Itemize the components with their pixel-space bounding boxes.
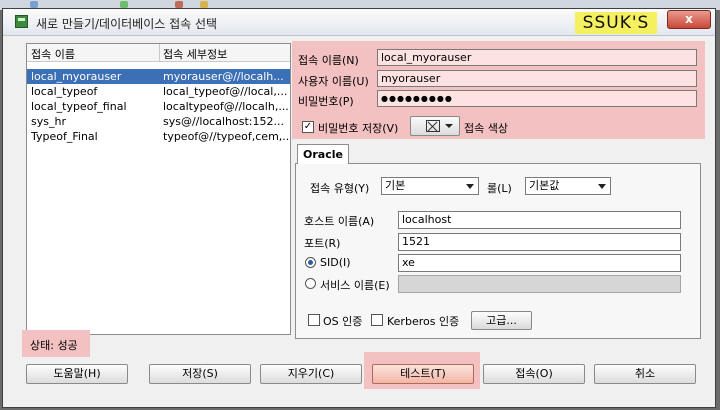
conn-name-label: 접속 이름(N) — [298, 54, 359, 67]
database-app-icon — [15, 15, 28, 28]
username-field[interactable]: myorauser — [377, 70, 697, 87]
list-header: 접속 이름 접속 세부정보 — [27, 44, 290, 62]
os-auth-checkbox[interactable] — [308, 314, 320, 326]
tab-oracle[interactable]: Oracle — [297, 144, 349, 164]
role-label: 롤(L) — [487, 182, 512, 195]
connect-button[interactable]: 접속(O) — [483, 364, 585, 384]
host-field[interactable]: localhost — [398, 211, 681, 229]
no-color-icon — [426, 120, 440, 132]
kerberos-checkbox[interactable] — [371, 314, 383, 326]
save-password-label: 비밀번호 저장(V) — [318, 122, 399, 135]
list-item-details: localtypeof@//localh,... — [163, 100, 289, 113]
conn-name-field[interactable]: local_myorauser — [377, 49, 697, 66]
test-button[interactable]: 테스트(T) — [372, 364, 474, 384]
list-item[interactable]: sys_hr sys@//localhost:152... — [27, 114, 290, 129]
chevron-down-icon — [466, 184, 474, 189]
list-item-name: local_typeof — [31, 85, 98, 98]
close-button[interactable]: x — [667, 10, 711, 29]
clear-button[interactable]: 지우기(C) — [260, 364, 362, 384]
list-item-details: myorauser@//localh... — [163, 70, 284, 83]
column-divider — [159, 44, 160, 61]
kerberos-label: Kerberos 인증 — [387, 315, 460, 328]
list-item-details: local_typeof@//local,... — [163, 85, 288, 98]
list-item-details: sys@//localhost:152... — [163, 115, 284, 128]
brand-label: SSUK'S — [575, 12, 657, 34]
conn-type-value: 기본 — [385, 179, 406, 192]
toolbar-icon — [30, 1, 38, 8]
list-item[interactable]: local_typeof_final localtypeof@//localh,… — [27, 99, 290, 114]
list-item-details: typeof@//typeof,cem,... — [163, 130, 289, 143]
conn-type-label: 접속 유형(Y) — [310, 182, 370, 195]
port-field[interactable]: 1521 — [398, 233, 681, 251]
chevron-down-icon — [598, 184, 606, 189]
service-radio[interactable] — [305, 278, 316, 289]
username-label: 사용자 이름(U) — [298, 75, 369, 88]
connection-list[interactable]: 접속 이름 접속 세부정보 local_myorauser myorauser@… — [26, 43, 291, 335]
column-header-name[interactable]: 접속 이름 — [31, 46, 75, 62]
sid-label: SID(I) — [320, 256, 351, 269]
password-label: 비밀번호(P) — [298, 95, 354, 108]
list-item-name: local_myorauser — [31, 70, 122, 83]
list-item[interactable]: local_typeof local_typeof@//local,... — [27, 84, 290, 99]
service-field[interactable] — [398, 275, 681, 293]
window-title: 새로 만들기/데이터베이스 접속 선택 — [36, 17, 218, 31]
status-text: 상태: 성공 — [30, 339, 78, 352]
role-value: 기본값 — [529, 179, 560, 192]
role-select[interactable]: 기본값 — [525, 177, 611, 195]
port-label: 포트(R) — [304, 237, 341, 250]
sid-field[interactable]: xe — [398, 254, 681, 272]
conn-color-button[interactable] — [410, 116, 460, 136]
save-password-checkbox[interactable]: ✓ — [302, 121, 314, 133]
help-button[interactable]: 도움말(H) — [26, 364, 128, 384]
list-item[interactable]: local_myorauser myorauser@//localh... — [27, 69, 290, 84]
title-bar: 새로 만들기/데이터베이스 접속 선택 SSUK'S x — [3, 9, 715, 36]
toolbar-icon — [120, 1, 128, 8]
list-item-name: Typeof_Final — [31, 130, 98, 143]
cancel-button[interactable]: 취소 — [594, 364, 696, 384]
list-item[interactable]: Typeof_Final typeof@//typeof,cem,... — [27, 129, 290, 144]
password-field[interactable]: ●●●●●●●●● — [377, 90, 697, 107]
os-auth-label: OS 인증 — [323, 315, 363, 328]
advanced-button[interactable]: 고급... — [471, 311, 532, 330]
toolbar-icon — [200, 1, 208, 8]
sid-radio[interactable] — [305, 257, 316, 268]
list-item-name: local_typeof_final — [31, 100, 127, 113]
conn-type-select[interactable]: 기본 — [381, 177, 479, 195]
toolbar-icon — [175, 1, 183, 8]
host-label: 호스트 이름(A) — [304, 215, 375, 228]
column-header-details[interactable]: 접속 세부정보 — [163, 46, 227, 62]
chevron-down-icon — [445, 124, 453, 128]
save-button[interactable]: 저장(S) — [149, 364, 251, 384]
list-item-name: sys_hr — [31, 115, 66, 128]
service-label: 서비스 이름(E) — [320, 279, 390, 292]
conn-color-label: 접속 색상 — [464, 122, 508, 135]
